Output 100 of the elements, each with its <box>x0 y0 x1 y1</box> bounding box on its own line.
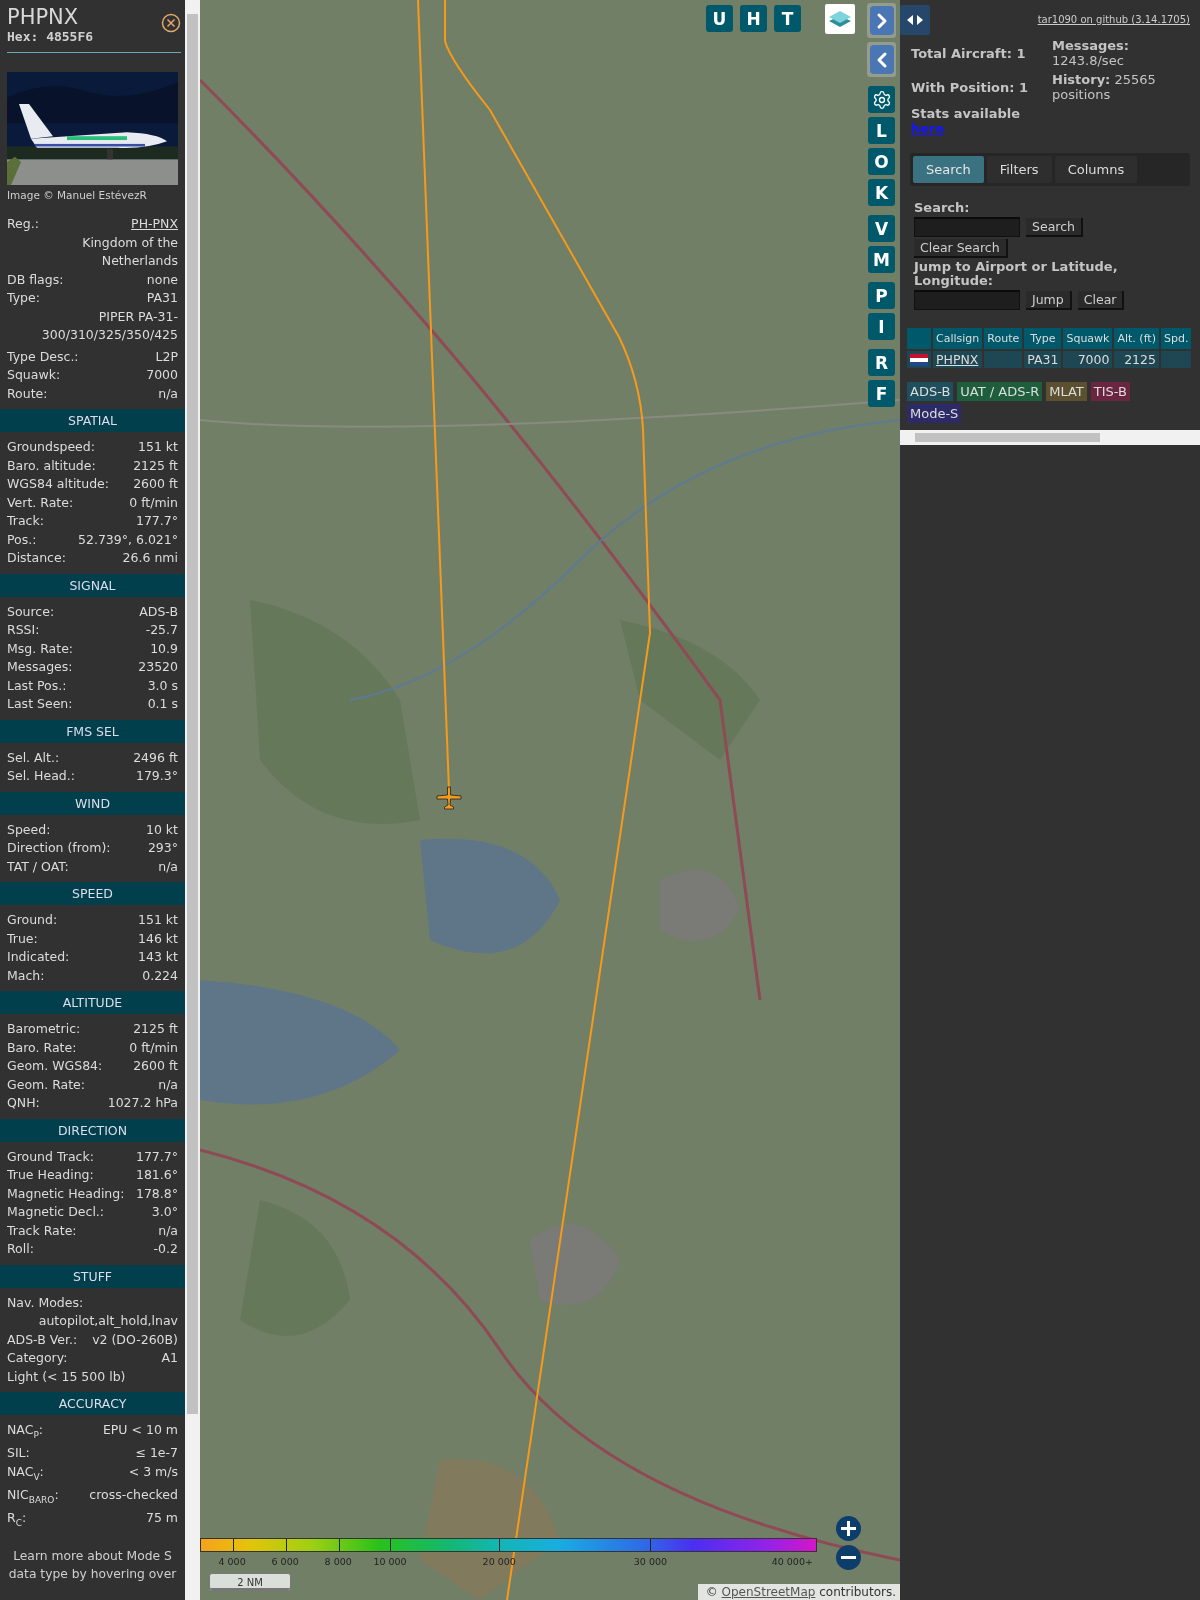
field-label: NAC$_{P}$: <box>7 1421 44 1442</box>
source-tag: ADS-B <box>907 382 954 401</box>
field-label: Indicated: <box>7 948 70 966</box>
field-label: RSSI: <box>7 621 40 639</box>
field-value: 10 kt <box>145 820 178 839</box>
search-button[interactable]: Search <box>1026 217 1083 237</box>
field-label: Roll: <box>7 1240 34 1258</box>
field-label: Type: <box>7 289 40 307</box>
field-value: A1 <box>161 1349 178 1367</box>
map-toggle-button[interactable]: I <box>868 313 895 340</box>
field-value: 2600 ft <box>133 1057 178 1075</box>
field-label: NAC$_{V}$: <box>7 1462 44 1483</box>
hex-code: Hex: 4855F6 <box>7 29 94 44</box>
help-text: Learn more about Mode S data type by hovering over <box>7 1547 178 1583</box>
map-toggle-button[interactable]: L <box>868 117 895 144</box>
field-label: Nav. Modes: <box>7 1293 84 1312</box>
source-tag: TIS-B <box>1090 382 1130 401</box>
jump-button[interactable]: Jump <box>1026 290 1072 310</box>
section-header: SPEED <box>0 882 185 905</box>
field-value: autopilot,alt_hold,lnav <box>38 1312 178 1330</box>
map-toggle-button[interactable]: F <box>868 380 895 407</box>
field-value: -25.7 <box>145 621 178 639</box>
registration-link[interactable]: PH-PNX <box>131 215 178 234</box>
field-value: 177.7° <box>135 1147 178 1166</box>
field-label: Distance: <box>7 549 66 567</box>
field-value: 2496 ft <box>133 748 178 767</box>
tab[interactable]: Columns <box>1054 156 1138 183</box>
photo-credit: Image © Manuel EstévezR <box>7 189 148 201</box>
map-toggle-button[interactable]: K <box>868 179 895 206</box>
source-tag: MLAT <box>1046 382 1087 401</box>
field-label: Type Desc.: <box>7 347 79 366</box>
attribution-link[interactable]: OpenStreetMap <box>721 1585 816 1599</box>
section-header: WIND <box>0 791 185 815</box>
field-label: Squawk: <box>7 366 61 384</box>
field-value: 0 ft/min <box>129 1038 178 1057</box>
map-toggle-button[interactable]: M <box>868 246 895 273</box>
field-value: 3.0° <box>151 1203 178 1221</box>
field-value: 0.1 s <box>147 695 178 713</box>
table-cell: 7000 <box>1063 351 1113 368</box>
field-label: Geom. Rate: <box>7 1075 86 1094</box>
field-label: Messages: <box>7 658 73 676</box>
field-label: Last Pos.: <box>7 676 67 695</box>
map-toggle-button[interactable]: T <box>774 5 801 32</box>
version-link[interactable]: tar1090 on github (3.14.1705) <box>1037 14 1190 25</box>
field-label: Ground: <box>7 911 58 929</box>
field-value: -0.2 <box>153 1240 178 1258</box>
field-value: 52.739°, 6.021° <box>78 530 178 549</box>
field-label: SIL: <box>7 1444 30 1462</box>
field-label: QNH: <box>7 1094 40 1112</box>
field-label: NIC$_{BARO}$: <box>7 1485 59 1506</box>
field-value: none <box>146 270 178 289</box>
field-value: 2125 ft <box>133 1020 178 1038</box>
field-label: Route: <box>7 384 48 403</box>
map-toggle-button[interactable]: V <box>868 215 895 242</box>
field-label: Magnetic Decl.: <box>7 1203 105 1221</box>
stat-text: Total Aircraft: 1 <box>911 46 1027 61</box>
column-header[interactable]: Squawk <box>1063 328 1113 349</box>
table-cell: PA31 <box>1024 351 1062 368</box>
column-header[interactable]: Alt. (ft) <box>1114 328 1159 349</box>
section-header: FMS SEL <box>0 719 185 743</box>
field-value: 7000 <box>146 366 178 384</box>
field-value: 151 kt <box>138 438 178 456</box>
legend-label: 10 000 <box>373 1556 407 1567</box>
table-cell: 2125 <box>1114 351 1159 368</box>
map-toggle-button[interactable]: U <box>706 5 733 32</box>
clear-button[interactable]: Clear <box>1077 290 1125 310</box>
column-header[interactable]: Route <box>984 328 1023 349</box>
field-value: EPU < 10 m <box>102 1421 178 1439</box>
tab[interactable]: Filters <box>986 156 1052 183</box>
map-attribution: © OpenStreetMap contributors. <box>697 1584 900 1600</box>
column-header[interactable]: Callsign <box>933 328 983 349</box>
field-value: 293° <box>147 839 178 857</box>
field-label: Category: <box>7 1349 68 1367</box>
map-toggle-button[interactable]: R <box>868 349 895 376</box>
callsign-link[interactable]: PHPNX <box>936 352 979 367</box>
field-label: Sel. Head.: <box>7 767 75 785</box>
column-header[interactable]: Type <box>1024 328 1062 349</box>
field-label: Speed: <box>7 820 51 839</box>
field-label: Baro. Rate: <box>7 1038 77 1057</box>
stat-text: Messages: 1243.8/sec <box>1052 38 1131 68</box>
field-value: 146 kt <box>138 929 178 948</box>
field-value: 181.6° <box>135 1166 178 1184</box>
field-value: 26.6 nmi <box>122 549 178 567</box>
field-label: Mach: <box>7 966 45 985</box>
field-label: Ground Track: <box>7 1147 94 1166</box>
field-label: Geom. WGS84: <box>7 1057 103 1075</box>
clear-search-button[interactable]: Clear Search <box>914 239 1008 258</box>
field-value: n/a <box>158 384 178 403</box>
map-toggle-button[interactable]: P <box>868 282 895 309</box>
legend-label: 30 000 <box>633 1556 668 1567</box>
field-label: Track: <box>7 512 44 530</box>
legend-label: 8 000 <box>324 1556 352 1567</box>
map-toggle-button[interactable]: H <box>740 5 767 32</box>
field-label: Barometric: <box>7 1020 81 1038</box>
field-value: 178.8° <box>135 1184 178 1203</box>
map-toggle-button[interactable]: O <box>868 148 895 175</box>
legend-label: 4 000 <box>218 1556 246 1567</box>
tab[interactable]: Search <box>913 156 984 183</box>
field-value: 75 m <box>145 1508 178 1527</box>
column-header[interactable]: Spd. <box>1160 328 1192 349</box>
